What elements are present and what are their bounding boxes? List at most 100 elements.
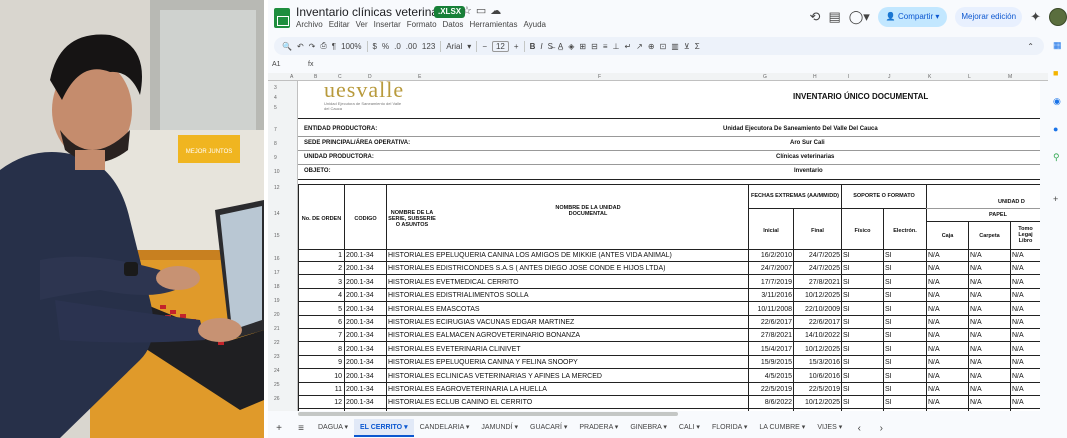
cell-n[interactable]: 1: [300, 252, 342, 259]
cell-fis[interactable]: SI: [843, 252, 881, 259]
cell-name[interactable]: HISTORIALES EPELUQUERÍA CANINA Y FELINA …: [388, 359, 746, 366]
cell-ele[interactable]: SI: [885, 279, 923, 286]
cell-fin[interactable]: 24/7/2025: [794, 252, 840, 259]
cell-tomo[interactable]: N/A: [1012, 319, 1040, 326]
add-sheet-icon[interactable]: +: [268, 423, 290, 434]
cell-fis[interactable]: SI: [843, 319, 881, 326]
chart-icon[interactable]: ▥: [671, 42, 679, 51]
align-icon[interactable]: ≡: [603, 42, 608, 51]
cell-name[interactable]: HISTORIALES EALMACÉN AGROVETERINARIO BON…: [388, 332, 746, 339]
cell-tomo[interactable]: N/A: [1012, 279, 1040, 286]
cell-caja[interactable]: N/A: [928, 319, 966, 326]
row-header[interactable]: 16: [274, 256, 280, 262]
cell-fin[interactable]: 10/12/2025: [794, 346, 840, 353]
font-size-increase-button[interactable]: +: [514, 42, 519, 51]
row-header[interactable]: 18: [274, 284, 280, 290]
wrap-icon[interactable]: ↵: [624, 42, 631, 51]
col-header[interactable]: C: [338, 74, 342, 80]
row-header[interactable]: 20: [274, 312, 280, 318]
cell-n[interactable]: 10: [300, 373, 342, 380]
font-size-decrease-button[interactable]: −: [482, 42, 487, 51]
chevron-down-icon[interactable]: ▾: [467, 42, 471, 51]
cell-n[interactable]: 6: [300, 319, 342, 326]
cell-carp[interactable]: N/A: [970, 292, 1008, 299]
cell-code[interactable]: 200.1-34: [346, 292, 386, 299]
cell-name[interactable]: HISTORIALES EAGROVETERINARIA LA HUELLA: [388, 386, 746, 393]
cell-name[interactable]: HISTORIALES EMASCOTAS: [388, 306, 746, 313]
table-row[interactable]: 2 200.1-34 HISTORIALES EDISTRICONDES S.A.S…: [298, 263, 1040, 276]
scroll-left-icon[interactable]: ‹: [848, 423, 870, 434]
cell-fin[interactable]: 15/3/2016: [794, 359, 840, 366]
menu-herramientas[interactable]: Herramientas: [469, 20, 517, 29]
borders-icon[interactable]: ⊞: [579, 42, 586, 51]
cell-carp[interactable]: N/A: [970, 386, 1008, 393]
table-row[interactable]: 8 200.1-34 HISTORIALES EVETERINARIA CLINIV…: [298, 344, 1040, 356]
cell-carp[interactable]: N/A: [970, 319, 1008, 326]
cell-ele[interactable]: SI: [885, 319, 923, 326]
row-header[interactable]: 15: [274, 233, 280, 239]
cell-tomo[interactable]: N/A: [1012, 399, 1040, 406]
row-header[interactable]: 17: [274, 270, 280, 276]
row-header[interactable]: 4: [274, 95, 277, 101]
table-row[interactable]: 3 200.1-34 HISTORIALES EVETMEDICAL CERRITO…: [298, 277, 1040, 289]
cell-ini[interactable]: 15/9/2015: [749, 359, 792, 366]
cell-ini[interactable]: 8/6/2022: [749, 399, 792, 406]
cell-fin[interactable]: 10/12/2025: [794, 292, 840, 299]
cell-ele[interactable]: SI: [885, 265, 923, 272]
cell-ele[interactable]: SI: [885, 306, 923, 313]
cell-ini[interactable]: 3/11/2016: [749, 292, 792, 299]
col-header[interactable]: H: [813, 74, 817, 80]
row-header[interactable]: 22: [274, 340, 280, 346]
undo-icon[interactable]: ↶: [297, 42, 304, 51]
cell-n[interactable]: 2: [300, 265, 342, 272]
cell-code[interactable]: 200.1-34: [346, 359, 386, 366]
cell-fis[interactable]: SI: [843, 373, 881, 380]
cell-name[interactable]: HISTORIALES EVETMEDICAL CERRITO: [388, 279, 746, 286]
cell-code[interactable]: 200.1-34: [346, 386, 386, 393]
horizontal-scrollbar[interactable]: [298, 412, 678, 416]
paint-format-icon[interactable]: ¶: [332, 42, 336, 51]
merge-cells-icon[interactable]: ⊟: [591, 42, 598, 51]
row-header[interactable]: 10: [274, 169, 280, 175]
cell-fis[interactable]: SI: [843, 292, 881, 299]
gemini-icon[interactable]: ✦: [1030, 9, 1041, 25]
link-icon[interactable]: ⊕: [648, 42, 655, 51]
sheet-tab[interactable]: DAGUA ▾: [312, 419, 354, 437]
scroll-right-icon[interactable]: ›: [870, 423, 892, 434]
cell-ele[interactable]: SI: [885, 359, 923, 366]
cell-caja[interactable]: N/A: [928, 292, 966, 299]
functions-icon[interactable]: Σ: [695, 42, 700, 51]
percent-format-button[interactable]: %: [382, 42, 389, 51]
contacts-icon[interactable]: ●: [1053, 124, 1058, 134]
sheet-tab[interactable]: PRADERA ▾: [573, 419, 624, 437]
cell-code[interactable]: 200.1-34: [346, 306, 386, 313]
cell-caja[interactable]: N/A: [928, 373, 966, 380]
menu-insertar[interactable]: Insertar: [374, 20, 401, 29]
collapse-toolbar-icon[interactable]: ⌃: [1027, 42, 1034, 51]
cell-carp[interactable]: N/A: [970, 306, 1008, 313]
cell-ini[interactable]: 22/6/2017: [749, 319, 792, 326]
cell-caja[interactable]: N/A: [928, 252, 966, 259]
col-header[interactable]: E: [418, 74, 421, 80]
sheets-logo-icon[interactable]: [274, 8, 290, 28]
increase-decimals-button[interactable]: .00: [406, 42, 417, 51]
sheet-tab[interactable]: FLORIDA ▾: [706, 419, 753, 437]
cell-n[interactable]: 12: [300, 399, 342, 406]
valign-icon[interactable]: ⊥: [613, 42, 620, 51]
avatar[interactable]: [1049, 8, 1067, 26]
sheet-tab[interactable]: CANDELARIA ▾: [414, 419, 476, 437]
cell-n[interactable]: 5: [300, 306, 342, 313]
cell-name[interactable]: HISTORIALES EVETERINARIA CLINIVET: [388, 346, 746, 353]
col-header[interactable]: D: [368, 74, 372, 80]
table-row[interactable]: 11 200.1-34 HISTORIALES EAGROVETERINARIA L…: [298, 384, 1040, 396]
cell-tomo[interactable]: N/A: [1012, 306, 1040, 313]
cell-ini[interactable]: 15/4/2017: [749, 346, 792, 353]
redo-icon[interactable]: ↷: [309, 42, 316, 51]
menu-formato[interactable]: Formato: [407, 20, 437, 29]
sheet-tab-active[interactable]: EL CERRITO ▾: [353, 419, 414, 437]
keep-icon[interactable]: ■: [1053, 68, 1058, 78]
cell-fis[interactable]: SI: [843, 359, 881, 366]
rotate-icon[interactable]: ↗: [636, 42, 643, 51]
cell-ele[interactable]: SI: [885, 399, 923, 406]
cell-fis[interactable]: SI: [843, 265, 881, 272]
